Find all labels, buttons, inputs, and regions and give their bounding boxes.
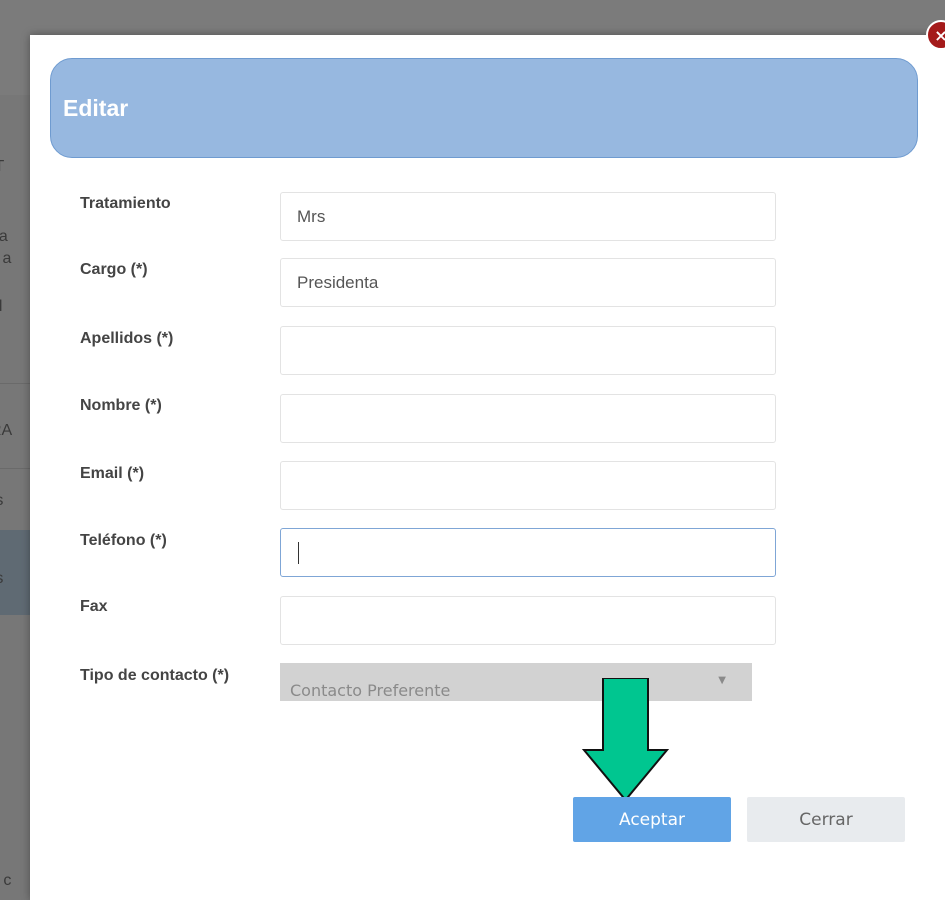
nombre-input[interactable] bbox=[280, 394, 776, 443]
dialog-title: Editar bbox=[63, 95, 129, 121]
apellidos-input[interactable] bbox=[280, 326, 776, 375]
background-text: o bbox=[0, 340, 30, 358]
fax-input[interactable] bbox=[280, 596, 776, 645]
chevron-down-icon: ▼ bbox=[718, 675, 726, 686]
down-arrow-icon bbox=[581, 678, 670, 802]
email-label: Email (*) bbox=[80, 465, 145, 482]
background-text: rs bbox=[0, 570, 30, 588]
background-text: s a bbox=[0, 250, 12, 267]
edit-dialog: Editar Tratamiento Mrs Cargo (*) Preside… bbox=[30, 35, 945, 900]
tratamiento-label: Tratamiento bbox=[80, 195, 171, 212]
accept-button[interactable]: Aceptar bbox=[573, 797, 731, 842]
telefono-label: Teléfono (*) bbox=[80, 532, 167, 549]
background-text: a bbox=[0, 644, 30, 662]
cargo-input[interactable]: Presidenta bbox=[280, 258, 776, 307]
background-text: RA bbox=[0, 422, 13, 439]
text-caret bbox=[298, 542, 299, 564]
apellidos-label: Apellidos (*) bbox=[80, 330, 174, 347]
dialog-header: Editar bbox=[50, 58, 918, 158]
contact-type-selected: Contacto Preferente bbox=[290, 681, 451, 700]
nombre-label: Nombre (*) bbox=[80, 397, 162, 414]
tratamiento-input[interactable]: Mrs bbox=[280, 192, 776, 241]
contact-type-label: Tipo de contacto (*) bbox=[80, 667, 230, 684]
close-button[interactable]: Cerrar bbox=[747, 797, 905, 842]
fax-label: Fax bbox=[80, 598, 108, 615]
telefono-input[interactable] bbox=[280, 528, 776, 577]
background-divider bbox=[0, 468, 30, 469]
background-text: al bbox=[0, 298, 3, 315]
background-text: na bbox=[0, 228, 8, 245]
email-input[interactable] bbox=[280, 461, 776, 510]
background-text: o c bbox=[0, 872, 12, 889]
background-divider bbox=[0, 383, 30, 384]
cargo-label: Cargo (*) bbox=[80, 261, 148, 278]
background-text: rs bbox=[0, 492, 30, 510]
contact-type-select[interactable]: Contacto Preferente ▼ bbox=[280, 663, 752, 701]
background-text: IT bbox=[0, 158, 30, 176]
